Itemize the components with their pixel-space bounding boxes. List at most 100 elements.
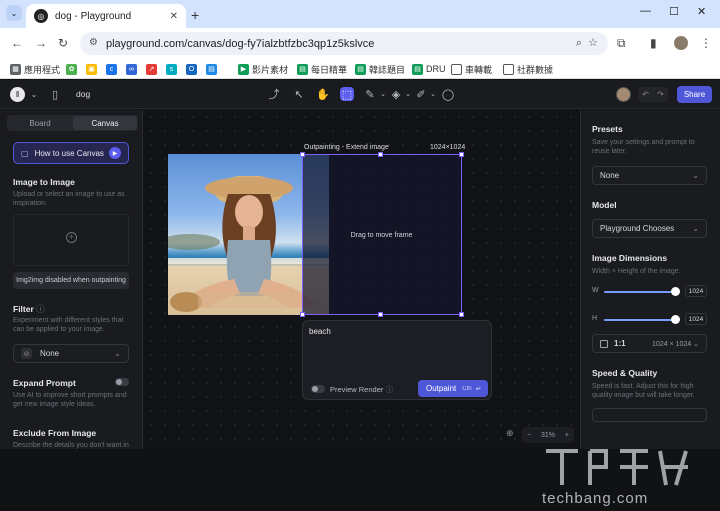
zoom-control: − 31% + (522, 427, 574, 443)
slider-knob[interactable] (671, 315, 680, 324)
user-avatar[interactable] (616, 87, 631, 102)
chevron-down-icon[interactable]: ⌄ (27, 87, 41, 101)
reload-icon[interactable]: ↻ (58, 36, 68, 50)
model-select[interactable]: Playground Chooses ⌄ (592, 219, 707, 238)
bookmark-video[interactable]: ▶ 影片素材 (238, 62, 288, 76)
height-input[interactable]: 1024 (685, 313, 707, 325)
bookmark-folder-car[interactable]: 車轉載 (451, 62, 492, 76)
close-window-icon[interactable]: ✕ (697, 5, 706, 18)
chevron-down-icon[interactable]: ⌄ (401, 87, 415, 101)
play-icon: ▶ (109, 147, 121, 159)
model-value: Playground Chooses (600, 224, 675, 233)
profile-avatar[interactable] (674, 36, 688, 50)
left-panel: Board Canvas ▢ How to use Canvas ▶ Image… (0, 110, 143, 449)
board-canvas-toggle: Board Canvas (7, 115, 138, 131)
resize-handle[interactable] (459, 312, 464, 317)
tab-title: dog - Playground (55, 10, 132, 22)
canvas-area[interactable]: Drag to move frame Outpainting - Extend … (144, 110, 580, 449)
height-slider[interactable] (604, 315, 680, 324)
chevron-down-icon[interactable]: ⌄ (376, 87, 390, 101)
playground-logo-icon[interactable]: ‖ (10, 87, 25, 102)
bookmark-folder-social[interactable]: 社群數據 (503, 62, 553, 76)
speed-quality-selector[interactable] (592, 408, 707, 422)
ratio-dimensions: 1024 × 1024 (652, 340, 692, 348)
menu-icon[interactable]: ⋮ (700, 36, 712, 50)
outpaint-button[interactable]: Outpaint Ctrl ↵ (418, 380, 488, 397)
zoom-value: 31% (540, 431, 555, 439)
aspect-ratio-select[interactable]: 1:1 1024 × 1024 ⌄ (592, 334, 707, 353)
dimensions-title: Image Dimensions (592, 253, 668, 263)
resize-handle[interactable] (378, 152, 383, 157)
leaf-icon: ✿ (66, 63, 77, 75)
document-name[interactable]: dog (76, 89, 90, 99)
extensions-icon[interactable]: ⧉ (617, 36, 626, 51)
brush-icon[interactable]: ✎ (363, 87, 377, 101)
outpaint-frame[interactable]: Drag to move frame (300, 152, 464, 317)
bookmark-apps[interactable]: ▦ 應用程式 (10, 62, 60, 76)
image-drop-area[interactable]: + (13, 214, 129, 266)
maximize-icon[interactable]: ☐ (669, 5, 679, 18)
square-ratio-icon (600, 339, 608, 348)
zoom-in-icon[interactable]: + (565, 432, 569, 439)
outlook-icon: O (186, 63, 197, 75)
hand-pan-icon[interactable]: ✋ (316, 87, 330, 101)
resize-handle[interactable] (300, 152, 305, 157)
img2img-description: Upload or select an image to use as insp… (13, 191, 125, 207)
slider-knob[interactable] (671, 287, 680, 296)
browser-tab-bar: ⌄ ◎ dog - Playground ✕ + — ☐ ✕ (0, 0, 720, 28)
trend-icon: ↗ (146, 63, 157, 75)
info-icon: ⓘ (36, 304, 45, 314)
meta-icon: ∞ (126, 63, 137, 75)
techbang-watermark: techbang.com (536, 445, 716, 509)
chevron-down-icon[interactable]: ⌄ (426, 87, 440, 101)
fit-screen-icon[interactable]: ⊕ (506, 428, 514, 439)
tab-board[interactable]: Board (8, 116, 72, 130)
outpaint-label: Outpaint (426, 384, 457, 393)
url-bar[interactable]: ⚙ playground.com/canvas/dog-fy7ialzbtfzb… (80, 32, 608, 55)
bookmark-daily[interactable]: ▤ 每日精華 (297, 62, 347, 76)
tab-search-icon[interactable]: ⌄ (6, 5, 22, 21)
zoom-and-star-icons[interactable]: ⌕ ☆ (576, 36, 598, 50)
chevron-down-icon: ⌄ (692, 171, 699, 180)
new-tab-icon[interactable]: + (191, 7, 199, 23)
site-info-icon[interactable]: ⚙ (89, 37, 98, 48)
side-panel-icon[interactable]: ▮ (650, 36, 657, 50)
undo-icon[interactable]: ↶ (642, 90, 649, 99)
redo-icon[interactable]: ↷ (657, 90, 664, 99)
resize-handle[interactable] (378, 312, 383, 317)
preview-render-toggle[interactable] (311, 385, 325, 393)
back-icon[interactable]: ← (11, 36, 23, 50)
forward-icon[interactable]: → (35, 36, 47, 50)
bookmark-icons[interactable]: ✿ ▣ c ∞ ↗ s O ▤ (66, 62, 220, 76)
close-tab-icon[interactable]: ✕ (170, 11, 178, 22)
preview-render-label: Preview Render ⓘ (330, 385, 393, 394)
share-button[interactable]: Share (677, 86, 712, 103)
presets-select[interactable]: None ⌄ (592, 166, 707, 185)
techbang-logo-icon: techbang.com (542, 449, 688, 507)
resize-handle[interactable] (459, 152, 464, 157)
select-cursor-icon[interactable]: ↖ (292, 87, 306, 101)
bookmark-dru[interactable]: ▤ DRU (412, 62, 446, 76)
width-input[interactable]: 1024 (685, 285, 707, 297)
comment-icon[interactable]: ◯ (441, 87, 455, 101)
filter-select[interactable]: ⊘ None ⌄ (13, 344, 129, 363)
upload-image-icon[interactable]: ⤴ (267, 87, 281, 101)
outpaint-frame-icon[interactable]: ⬚ (340, 87, 354, 101)
svg-text:techbang.com: techbang.com (542, 490, 648, 507)
chevron-down-icon: ⌄ (692, 224, 699, 233)
app-icon: ▤ (206, 63, 217, 75)
zoom-out-icon[interactable]: − (527, 432, 531, 439)
width-slider[interactable] (604, 287, 680, 296)
bookmark-topics[interactable]: ▤ 韓誌題目 (355, 62, 405, 76)
tab-canvas[interactable]: Canvas (73, 116, 137, 130)
how-to-use-canvas-button[interactable]: ▢ How to use Canvas ▶ (13, 142, 129, 164)
no-filter-icon: ⊘ (21, 348, 32, 359)
resize-handle[interactable] (300, 312, 305, 317)
browser-tab[interactable]: ◎ dog - Playground ✕ (26, 4, 186, 28)
sidebar-toggle-icon[interactable]: ▯ (48, 87, 62, 101)
expand-prompt-toggle[interactable] (115, 378, 129, 386)
minimize-icon[interactable]: — (640, 5, 651, 17)
prompt-input[interactable]: beach (309, 327, 331, 336)
bookmarks-bar: ▦ 應用程式 ✿ ▣ c ∞ ↗ s O ▤ ▶ 影片素材 ▤ 每日精華 ▤ 韓誌題目 … (0, 59, 720, 79)
frame-size: 1024×1024 (430, 144, 466, 151)
